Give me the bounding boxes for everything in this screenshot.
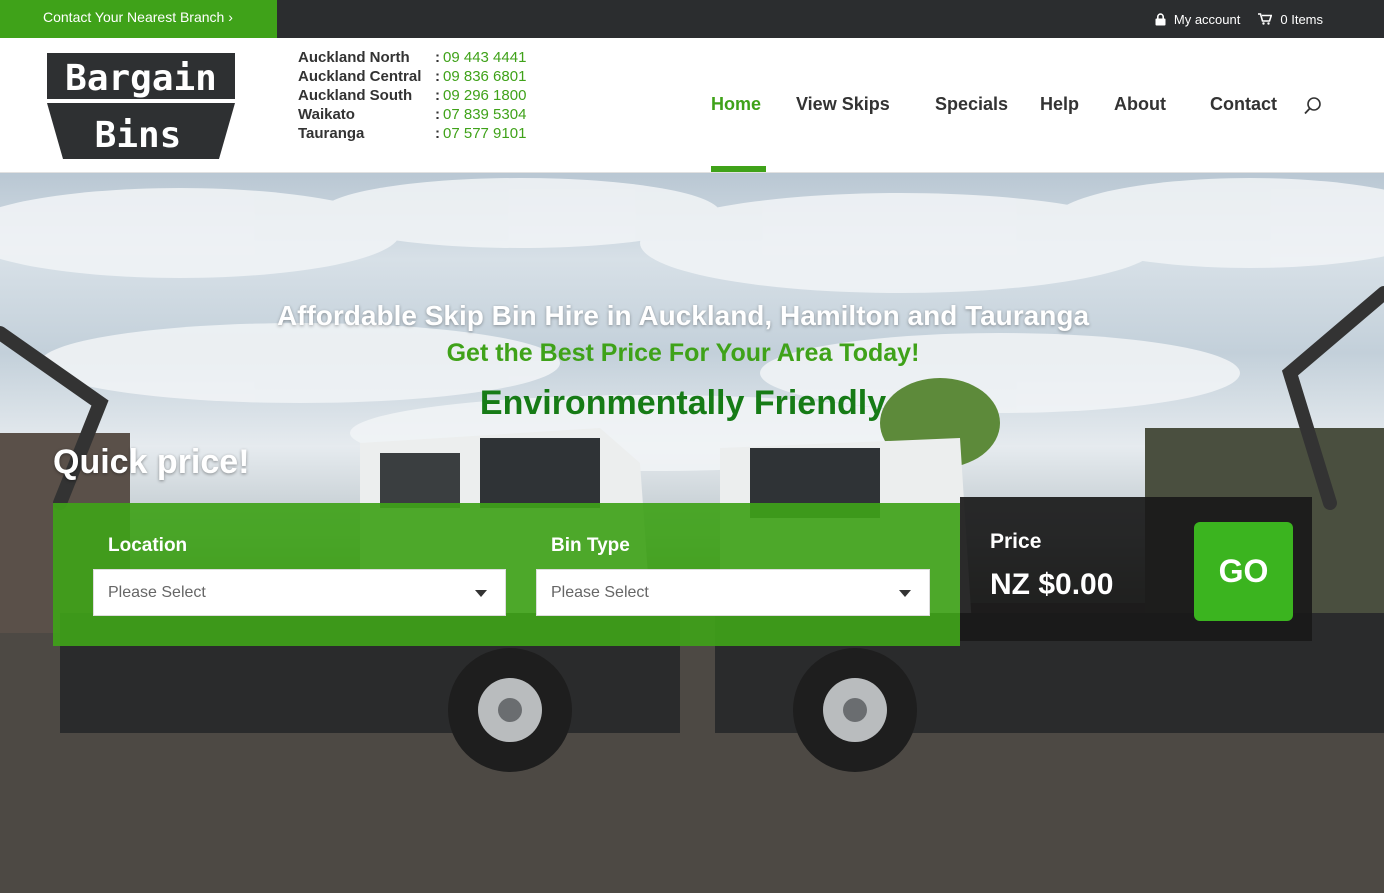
main-nav: Home View Skips Specials Help About Cont… bbox=[0, 38, 1384, 172]
hero-section: Affordable Skip Bin Hire in Auckland, Ha… bbox=[0, 173, 1384, 893]
lock-icon bbox=[1155, 12, 1166, 26]
quick-price-heading: Quick price! bbox=[53, 443, 250, 481]
location-select-value: Please Select bbox=[108, 584, 206, 601]
nav-about[interactable]: About bbox=[1114, 94, 1166, 115]
cart-link[interactable]: 0 Items bbox=[1258, 12, 1323, 27]
location-label: Location bbox=[108, 535, 188, 556]
go-button[interactable]: GO bbox=[1194, 522, 1293, 621]
quick-price-form: Location Please Select Bin Type Please S… bbox=[53, 503, 960, 646]
hero-subheadline: Get the Best Price For Your Area Today! bbox=[446, 339, 920, 367]
price-value: NZ $0.00 bbox=[990, 568, 1114, 601]
bin-type-select-value: Please Select bbox=[551, 584, 649, 601]
hero-headline: Affordable Skip Bin Hire in Auckland, Ha… bbox=[276, 300, 1090, 331]
my-account-link[interactable]: My account bbox=[1155, 12, 1240, 27]
bin-type-label: Bin Type bbox=[551, 535, 630, 556]
account-links: My account 0 Items bbox=[1155, 0, 1323, 38]
bin-type-select[interactable]: Please Select bbox=[536, 569, 930, 616]
site-header: Bargain Bins Auckland North : 09 443 444… bbox=[0, 38, 1384, 173]
search-icon[interactable] bbox=[1303, 96, 1323, 121]
my-account-label: My account bbox=[1173, 11, 1241, 27]
chevron-down-icon bbox=[899, 590, 911, 597]
nav-home[interactable]: Home bbox=[711, 94, 761, 115]
nav-help[interactable]: Help bbox=[1040, 94, 1079, 115]
top-bar: Contact Your Nearest Branch › My account… bbox=[0, 0, 1384, 38]
price-label: Price bbox=[990, 530, 1042, 553]
nav-contact[interactable]: Contact bbox=[1210, 94, 1277, 115]
cart-icon bbox=[1258, 13, 1273, 25]
active-nav-indicator bbox=[711, 166, 766, 172]
location-select[interactable]: Please Select bbox=[93, 569, 506, 616]
nav-specials[interactable]: Specials bbox=[935, 94, 1008, 115]
nav-view-skips[interactable]: View Skips bbox=[796, 94, 890, 115]
contact-branch-link[interactable]: Contact Your Nearest Branch › bbox=[0, 0, 277, 38]
price-panel: Price NZ $0.00 GO bbox=[960, 497, 1312, 641]
cart-label: 0 Items bbox=[1280, 11, 1323, 27]
chevron-down-icon bbox=[475, 590, 487, 597]
hero-tagline: Environmentally Friendly bbox=[479, 384, 887, 422]
